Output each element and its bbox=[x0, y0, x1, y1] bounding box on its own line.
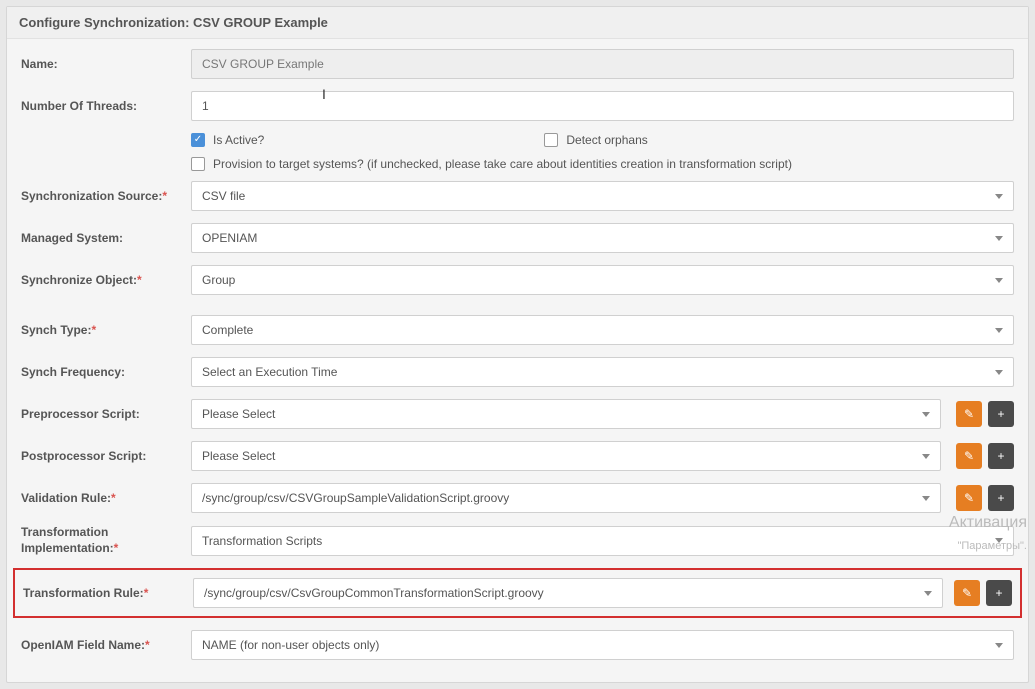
label-openiam-field: OpenIAM Field Name:* bbox=[21, 638, 191, 652]
preprocessor-value: Please Select bbox=[202, 407, 914, 421]
row-validation-rule: Validation Rule:* /sync/group/csv/CSVGro… bbox=[21, 483, 1014, 513]
chevron-down-icon bbox=[922, 412, 930, 417]
synch-type-select[interactable]: Complete bbox=[191, 315, 1014, 345]
transformation-impl-value: Transformation Scripts bbox=[202, 534, 987, 548]
plus-icon: + bbox=[997, 449, 1004, 463]
label-validation-rule: Validation Rule:* bbox=[21, 491, 191, 505]
chevron-down-icon bbox=[995, 328, 1003, 333]
sync-object-select[interactable]: Group bbox=[191, 265, 1014, 295]
preprocessor-add-button[interactable]: + bbox=[988, 401, 1014, 427]
is-active-checkbox[interactable]: ✓ bbox=[191, 133, 205, 147]
transformation-edit-button[interactable]: ✎ bbox=[954, 580, 980, 606]
synch-freq-value: Select an Execution Time bbox=[202, 365, 987, 379]
validation-add-button[interactable]: + bbox=[988, 485, 1014, 511]
panel-title: Configure Synchronization: CSV GROUP Exa… bbox=[7, 7, 1028, 39]
name-input[interactable]: CSV GROUP Example bbox=[191, 49, 1014, 79]
provision-label: Provision to target systems? (if uncheck… bbox=[213, 157, 792, 171]
label-transformation-rule: Transformation Rule:* bbox=[23, 586, 193, 600]
row-openiam-field: OpenIAM Field Name:* NAME (for non-user … bbox=[21, 630, 1014, 660]
chevron-down-icon bbox=[995, 538, 1003, 543]
preprocessor-select[interactable]: Please Select bbox=[191, 399, 941, 429]
config-sync-panel: Configure Synchronization: CSV GROUP Exa… bbox=[6, 6, 1029, 683]
label-threads: Number Of Threads: bbox=[21, 99, 191, 113]
row-sync-source: Synchronization Source:* CSV file bbox=[21, 181, 1014, 211]
checks-row-1: ✓ Is Active? Detect orphans bbox=[21, 133, 1014, 147]
chevron-down-icon bbox=[995, 370, 1003, 375]
synch-type-value: Complete bbox=[202, 323, 987, 337]
transformation-rule-value: /sync/group/csv/CsvGroupCommonTransforma… bbox=[204, 586, 916, 600]
postprocessor-value: Please Select bbox=[202, 449, 914, 463]
row-transformation-rule: Transformation Rule:* /sync/group/csv/Cs… bbox=[23, 578, 1012, 608]
is-active-label: Is Active? bbox=[213, 133, 264, 147]
threads-input[interactable]: 1 bbox=[191, 91, 1014, 121]
label-name: Name: bbox=[21, 57, 191, 71]
chevron-down-icon bbox=[995, 194, 1003, 199]
postprocessor-edit-button[interactable]: ✎ bbox=[956, 443, 982, 469]
chevron-down-icon bbox=[922, 454, 930, 459]
openiam-field-select[interactable]: NAME (for non-user objects only) bbox=[191, 630, 1014, 660]
label-preprocessor: Preprocessor Script: bbox=[21, 407, 191, 421]
label-synch-type: Synch Type:* bbox=[21, 323, 191, 337]
managed-system-value: OPENIAM bbox=[202, 231, 987, 245]
plus-icon: + bbox=[995, 586, 1002, 600]
label-synch-freq: Synch Frequency: bbox=[21, 365, 191, 379]
row-transformation-rule-highlight: Transformation Rule:* /sync/group/csv/Cs… bbox=[13, 568, 1022, 618]
checks-row-2: Provision to target systems? (if uncheck… bbox=[21, 157, 1014, 171]
row-synch-freq: Synch Frequency: Select an Execution Tim… bbox=[21, 357, 1014, 387]
transformation-rule-select[interactable]: /sync/group/csv/CsvGroupCommonTransforma… bbox=[193, 578, 943, 608]
row-synch-type: Synch Type:* Complete bbox=[21, 315, 1014, 345]
managed-system-select[interactable]: OPENIAM bbox=[191, 223, 1014, 253]
postprocessor-select[interactable]: Please Select bbox=[191, 441, 941, 471]
row-preprocessor: Preprocessor Script: Please Select ✎ + bbox=[21, 399, 1014, 429]
row-transformation-impl: Transformation Implementation:* Transfor… bbox=[21, 525, 1014, 556]
validation-rule-select[interactable]: /sync/group/csv/CSVGroupSampleValidation… bbox=[191, 483, 941, 513]
label-sync-object: Synchronize Object:* bbox=[21, 273, 191, 287]
chevron-down-icon bbox=[924, 591, 932, 596]
provision-group[interactable]: Provision to target systems? (if uncheck… bbox=[191, 157, 792, 171]
pencil-icon: ✎ bbox=[964, 449, 974, 463]
validation-rule-value: /sync/group/csv/CSVGroupSampleValidation… bbox=[202, 491, 914, 505]
row-managed-system: Managed System: OPENIAM bbox=[21, 223, 1014, 253]
label-postprocessor: Postprocessor Script: bbox=[21, 449, 191, 463]
row-name: Name: CSV GROUP Example bbox=[21, 49, 1014, 79]
detect-orphans-group[interactable]: Detect orphans bbox=[544, 133, 647, 147]
row-threads: Number Of Threads: 1 bbox=[21, 91, 1014, 121]
openiam-field-value: NAME (for non-user objects only) bbox=[202, 638, 987, 652]
validation-edit-button[interactable]: ✎ bbox=[956, 485, 982, 511]
pencil-icon: ✎ bbox=[964, 491, 974, 505]
sync-object-value: Group bbox=[202, 273, 987, 287]
chevron-down-icon bbox=[995, 278, 1003, 283]
label-managed-system: Managed System: bbox=[21, 231, 191, 245]
pencil-icon: ✎ bbox=[964, 407, 974, 421]
is-active-group[interactable]: ✓ Is Active? bbox=[191, 133, 264, 147]
name-input-value: CSV GROUP Example bbox=[202, 57, 324, 71]
form-body: Name: CSV GROUP Example Number Of Thread… bbox=[7, 39, 1028, 682]
row-postprocessor: Postprocessor Script: Please Select ✎ + bbox=[21, 441, 1014, 471]
postprocessor-add-button[interactable]: + bbox=[988, 443, 1014, 469]
sync-source-value: CSV file bbox=[202, 189, 987, 203]
threads-input-value: 1 bbox=[202, 99, 209, 113]
chevron-down-icon bbox=[995, 643, 1003, 648]
pencil-icon: ✎ bbox=[962, 586, 972, 600]
chevron-down-icon bbox=[922, 496, 930, 501]
label-transformation-impl: Transformation Implementation:* bbox=[21, 525, 191, 556]
detect-orphans-label: Detect orphans bbox=[566, 133, 647, 147]
label-sync-source: Synchronization Source:* bbox=[21, 189, 191, 203]
detect-orphans-checkbox[interactable] bbox=[544, 133, 558, 147]
plus-icon: + bbox=[997, 491, 1004, 505]
synch-freq-select[interactable]: Select an Execution Time bbox=[191, 357, 1014, 387]
sync-source-select[interactable]: CSV file bbox=[191, 181, 1014, 211]
transformation-impl-select[interactable]: Transformation Scripts bbox=[191, 526, 1014, 556]
preprocessor-edit-button[interactable]: ✎ bbox=[956, 401, 982, 427]
chevron-down-icon bbox=[995, 236, 1003, 241]
row-sync-object: Synchronize Object:* Group bbox=[21, 265, 1014, 295]
provision-checkbox[interactable] bbox=[191, 157, 205, 171]
transformation-add-button[interactable]: + bbox=[986, 580, 1012, 606]
plus-icon: + bbox=[997, 407, 1004, 421]
